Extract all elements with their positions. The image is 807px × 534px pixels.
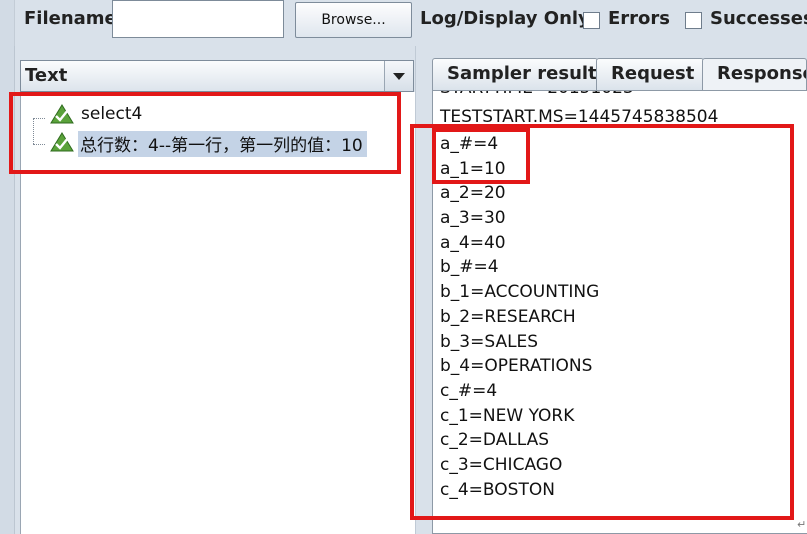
successes-checkbox[interactable] [685, 12, 702, 29]
log-display-only-label: Log/Display Only: [420, 8, 597, 29]
filename-input[interactable] [112, 0, 284, 38]
successes-label[interactable]: Successes [710, 8, 807, 29]
partial-line: STARTTIME=20151023 [440, 91, 634, 98]
browse-button[interactable]: Browse... [295, 2, 412, 38]
tab-sampler-result[interactable]: Sampler result [432, 58, 598, 90]
filename-label: Filename [24, 8, 117, 29]
tab-request[interactable]: Request [596, 58, 704, 90]
errors-checkbox[interactable] [583, 12, 600, 29]
paragraph-mark: ↵ [797, 518, 807, 531]
errors-label[interactable]: Errors [608, 8, 670, 29]
renderer-dropdown[interactable]: Text [20, 60, 414, 92]
window-edge [0, 0, 15, 46]
highlight-box-tree [9, 92, 401, 174]
renderer-selected-value: Text [25, 65, 68, 86]
tab-response-data[interactable]: Response data [702, 58, 807, 90]
highlight-box-response [410, 124, 794, 520]
chevron-down-icon[interactable] [384, 61, 413, 91]
